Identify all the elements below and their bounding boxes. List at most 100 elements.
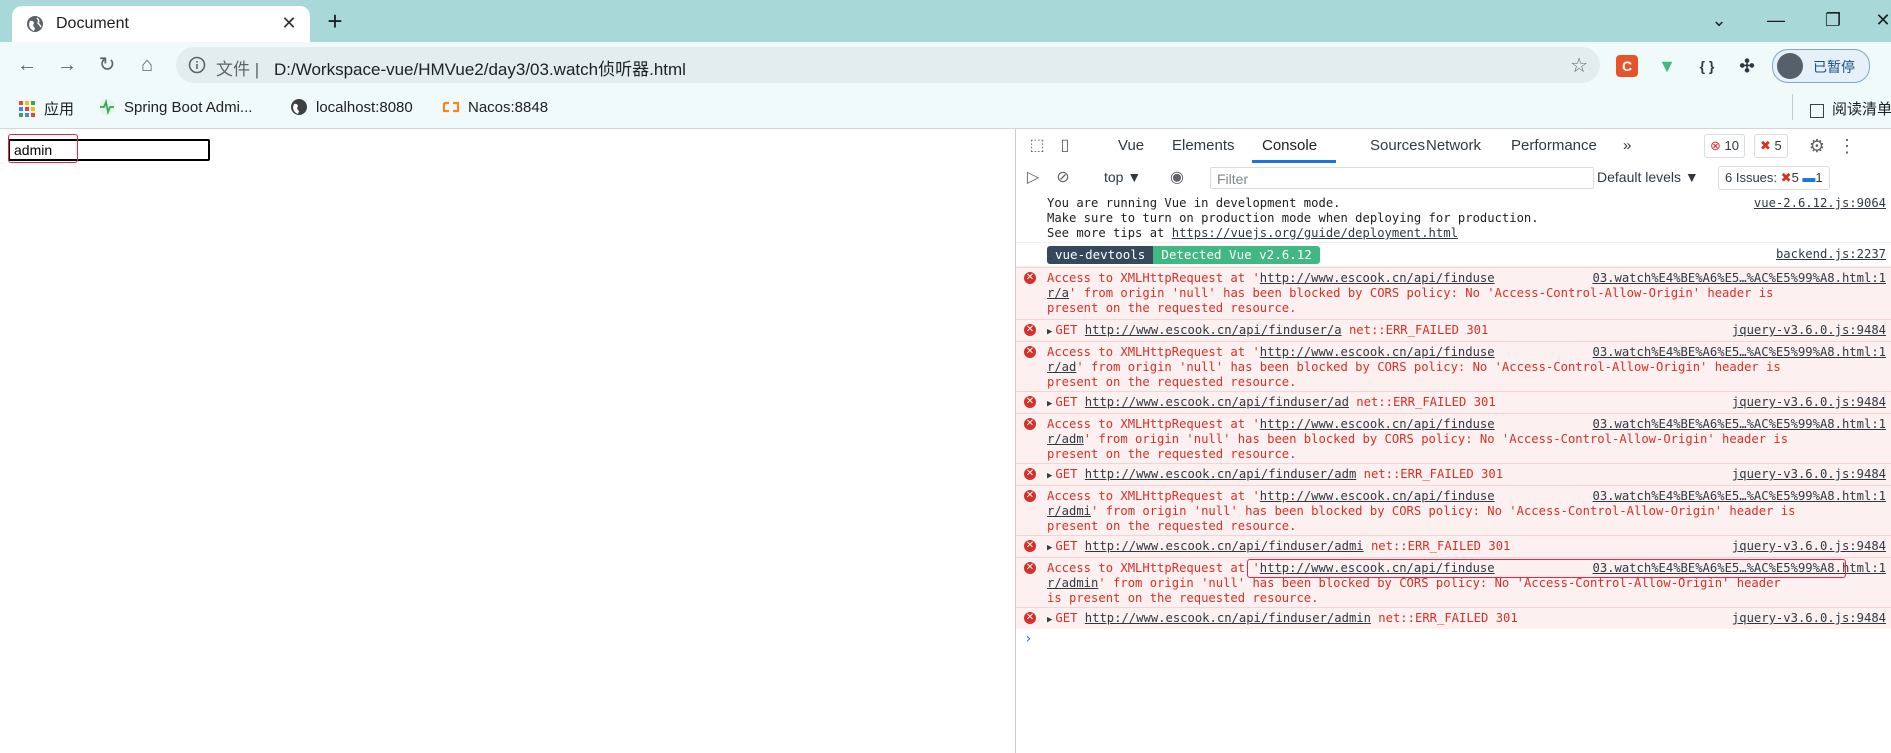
tab-search-icon[interactable]: ⌄ [1702, 8, 1736, 34]
tab-sources[interactable]: Sources [1370, 137, 1425, 154]
error-count: 10 [1724, 138, 1739, 153]
expand-triangle-icon: ▶ [1047, 399, 1053, 409]
reading-list[interactable]: 阅读清单 [1810, 98, 1891, 119]
devtools-tab-bar: ⬚ ▯ Vue Elements Console Sources Network… [1016, 129, 1891, 164]
issues-button[interactable]: 6 Issues: ✖5 ▬1 [1718, 166, 1830, 190]
reading-list-label: 阅读清单 [1832, 101, 1891, 118]
get-error-message[interactable]: ✕ ▶ GET http://www.escook.cn/api/finduser… [1016, 391, 1891, 413]
new-tab-button[interactable]: + [322, 8, 348, 35]
reload-icon[interactable]: ↻ [92, 50, 122, 80]
error-url[interactable]: http://www.escook.cn/api/finduse [1260, 417, 1495, 431]
address-bar[interactable]: 文件 | D:/Workspace-vue/HMVue2/day3/03.wat… [176, 47, 1600, 83]
error-url-tail[interactable]: r/admin [1047, 576, 1098, 590]
error-url-tail[interactable]: r/ad [1047, 360, 1076, 374]
error-url-tail[interactable]: r/admi [1047, 504, 1091, 518]
live-expression-eye-icon[interactable]: ◉ [1166, 167, 1188, 189]
settings-gear-icon[interactable]: ⚙ [1806, 135, 1828, 157]
error-icon: ✕ [1024, 346, 1036, 358]
error-url[interactable]: http://www.escook.cn/api/finduser/adm [1085, 467, 1357, 481]
error-source-link[interactable]: 03.watch%E4%BE%A6%E5…%AC%E5%99%A8.html:1 [1593, 345, 1887, 359]
inspect-element-icon[interactable]: ⬚ [1026, 135, 1048, 157]
error-url[interactable]: http://www.escook.cn/api/finduser/ad [1085, 395, 1349, 409]
error-url-tail[interactable]: r/a [1047, 286, 1069, 300]
log-levels-dropdown[interactable]: Default levels ▼ [1597, 169, 1699, 185]
error-url[interactable]: http://www.escook.cn/api/finduser/admi [1085, 539, 1364, 553]
message-text: You are running Vue in development mode. [1047, 196, 1341, 210]
expand-triangle-icon: ▶ [1047, 327, 1053, 337]
bookmark-nacos[interactable]: Nacos:8848 [442, 98, 548, 116]
bookmark-label: Spring Boot Admi... [124, 99, 253, 116]
error-source-link[interactable]: jquery-v3.6.0.js:9484 [1732, 323, 1886, 337]
bookmark-apps[interactable]: 应用 [18, 98, 74, 119]
error-url[interactable]: http://www.escook.cn/api/finduse [1260, 489, 1495, 503]
close-tab-icon[interactable]: ✕ [278, 12, 300, 34]
more-options-icon[interactable]: ⋮ [1836, 135, 1858, 157]
heartbeat-icon [99, 98, 115, 116]
url-text[interactable]: D:/Workspace-vue/HMVue2/day3/03.watch侦听器… [274, 55, 686, 80]
minimize-button[interactable]: — [1759, 8, 1793, 34]
profile-button[interactable]: 已暂停 [1772, 49, 1870, 83]
error-url-tail[interactable]: r/adm [1047, 432, 1084, 446]
warning-count-badge[interactable]: ✖ 5 [1754, 134, 1788, 158]
get-error-message[interactable]: ✕ ▶ GET http://www.escook.cn/api/finduser… [1016, 463, 1891, 485]
error-source-link[interactable]: jquery-v3.6.0.js:9484 [1732, 611, 1886, 625]
info-icon[interactable] [188, 56, 206, 74]
error-url[interactable]: http://www.escook.cn/api/finduse [1260, 271, 1495, 285]
sidebar-toggle-icon[interactable]: ▷ [1022, 167, 1044, 189]
message-source-link[interactable]: vue-2.6.12.js:9064 [1754, 196, 1886, 210]
back-icon[interactable]: ← [12, 50, 42, 80]
error-source-link[interactable]: 03.watch%E4%BE%A6%E5…%AC%E5%99%A8.html:1 [1593, 489, 1887, 503]
message-source-link[interactable]: backend.js:2237 [1776, 247, 1886, 261]
error-source-link[interactable]: jquery-v3.6.0.js:9484 [1732, 395, 1886, 409]
tab-network[interactable]: Network [1426, 137, 1481, 154]
tab-elements[interactable]: Elements [1172, 137, 1235, 154]
bookmark-localhost[interactable]: localhost:8080 [290, 98, 413, 116]
tab-strip: Document ✕ + ⌄ — ❐ ✕ [0, 0, 1891, 42]
issues-info-count: 1 [1815, 170, 1823, 185]
console-prompt[interactable]: › [1024, 631, 1032, 647]
tab-console[interactable]: Console [1262, 137, 1317, 154]
error-count-badge[interactable]: ⊗ 10 [1704, 134, 1745, 158]
home-icon[interactable]: ⌂ [132, 50, 162, 80]
error-icon: ✕ [1024, 490, 1036, 502]
username-input[interactable] [8, 139, 210, 161]
forward-icon[interactable]: → [52, 50, 82, 80]
error-text: r/ad' from origin 'null' has been blocke… [1047, 360, 1781, 374]
error-source-link[interactable]: jquery-v3.6.0.js:9484 [1732, 467, 1886, 481]
get-error-message[interactable]: ✕ ▶ GET http://www.escook.cn/api/finduser… [1016, 319, 1891, 341]
error-source-link[interactable]: jquery-v3.6.0.js:9484 [1732, 539, 1886, 553]
issues-error-icon: ✖ [1780, 170, 1792, 185]
more-tabs-icon[interactable]: » [1623, 137, 1631, 154]
error-icon: ✕ [1024, 324, 1036, 336]
bookmark-star-icon[interactable]: ☆ [1570, 53, 1588, 78]
get-error-message[interactable]: ✕ ▶ GET http://www.escook.cn/api/finduser… [1016, 607, 1891, 629]
extension-c-icon[interactable]: C [1616, 55, 1638, 77]
context-selector[interactable]: top ▼ [1104, 169, 1141, 185]
extensions-puzzle-icon[interactable]: ✣ [1736, 55, 1758, 77]
vue-devtools-extension-icon[interactable]: ▼ [1656, 55, 1678, 77]
nacos-icon [442, 101, 460, 113]
console-filter-input[interactable]: Filter [1210, 167, 1594, 189]
badge-version: Detected Vue v2.6.12 [1153, 246, 1320, 264]
error-source-link[interactable]: 03.watch%E4%BE%A6%E5…%AC%E5%99%A8.html:1 [1593, 561, 1887, 575]
bookmark-spring-boot-admin[interactable]: Spring Boot Admi... [98, 98, 252, 116]
error-url[interactable]: http://www.escook.cn/api/finduse [1260, 561, 1495, 575]
message-text: Make sure to turn on production mode whe… [1047, 211, 1539, 225]
url-scheme: 文件 | [216, 60, 260, 79]
error-url[interactable]: http://www.escook.cn/api/finduse [1260, 345, 1495, 359]
vue-devtools-badge: vue-devtools Detected Vue v2.6.12 [1047, 246, 1320, 264]
browser-tab[interactable]: Document ✕ [12, 6, 310, 42]
device-toolbar-icon[interactable]: ▯ [1054, 135, 1076, 157]
get-error-message[interactable]: ✕ ▶ GET http://www.escook.cn/api/finduser… [1016, 535, 1891, 557]
error-source-link[interactable]: 03.watch%E4%BE%A6%E5…%AC%E5%99%A8.html:1 [1593, 271, 1887, 285]
clear-console-icon[interactable]: ⊘ [1052, 167, 1074, 189]
close-window-button[interactable]: ✕ [1866, 8, 1891, 34]
error-url[interactable]: http://www.escook.cn/api/finduser/a [1085, 323, 1342, 337]
json-extension-icon[interactable]: { } [1696, 55, 1718, 77]
tab-vue[interactable]: Vue [1118, 137, 1144, 154]
restore-button[interactable]: ❐ [1816, 8, 1850, 34]
message-link[interactable]: https://vuejs.org/guide/deployment.html [1172, 226, 1458, 240]
error-url[interactable]: http://www.escook.cn/api/finduser/admin [1085, 611, 1371, 625]
error-source-link[interactable]: 03.watch%E4%BE%A6%E5…%AC%E5%99%A8.html:1 [1593, 417, 1887, 431]
tab-performance[interactable]: Performance [1511, 137, 1597, 154]
